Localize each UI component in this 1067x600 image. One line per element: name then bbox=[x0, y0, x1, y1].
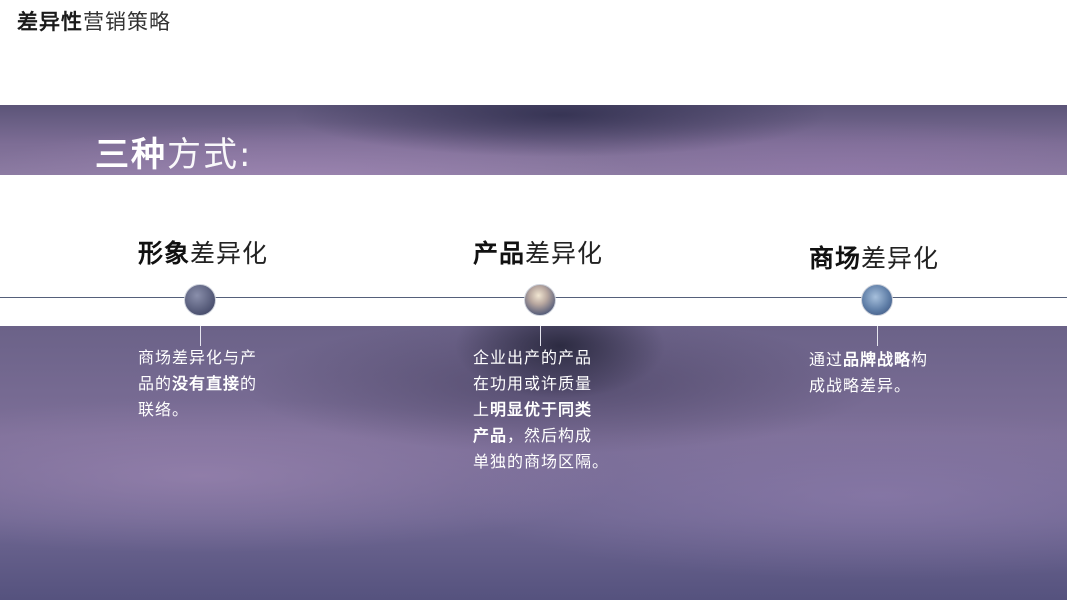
column-title-market: 商场差异化 bbox=[809, 239, 939, 275]
desc-text: 商场差异化与产 bbox=[138, 348, 258, 367]
connector-line bbox=[877, 326, 878, 346]
connector-line bbox=[540, 326, 541, 346]
column-desc-product: 企业出产的产品 在功用或许质量 上明显优于同类 产品，然后构成 单独的商场区隔。 bbox=[473, 345, 633, 475]
timeline-node-image bbox=[184, 284, 216, 316]
desc-text: ，然后构成 bbox=[507, 426, 593, 445]
band-heading: 三种方式: bbox=[95, 127, 252, 175]
desc-text-bold: 品牌战略 bbox=[843, 350, 912, 369]
column-title-light: 差异化 bbox=[525, 239, 604, 268]
desc-text-bold: 明显优于同类 bbox=[490, 400, 593, 419]
desc-text: 的 bbox=[240, 374, 258, 393]
column-title-product: 产品差异化 bbox=[473, 234, 603, 270]
timeline-node-product bbox=[524, 284, 556, 316]
desc-text: 上 bbox=[473, 400, 491, 419]
desc-text: 企业出产的产品 bbox=[473, 348, 593, 367]
timeline-node-market bbox=[861, 284, 893, 316]
connector-line bbox=[200, 326, 201, 346]
column-title-light: 差异化 bbox=[861, 244, 940, 273]
desc-text: 联络。 bbox=[138, 400, 190, 419]
column-title-image: 形象差异化 bbox=[138, 234, 268, 270]
desc-text: 单独的商场区隔。 bbox=[473, 452, 610, 471]
desc-text: 通过 bbox=[809, 350, 844, 369]
column-title-light: 差异化 bbox=[190, 239, 269, 268]
band-heading-bold: 三种 bbox=[95, 135, 167, 175]
page-title-bold: 差异性 bbox=[17, 10, 83, 34]
header-band: 三种方式: bbox=[0, 105, 1067, 175]
page-title: 差异性营销策略 bbox=[17, 6, 171, 36]
desc-text: 成战略差异。 bbox=[809, 376, 912, 395]
desc-text: 构 bbox=[911, 350, 929, 369]
column-desc-image: 商场差异化与产 品的没有直接的 联络。 bbox=[138, 345, 278, 423]
column-title-bold: 产品 bbox=[473, 239, 526, 268]
column-title-bold: 商场 bbox=[809, 244, 862, 273]
desc-text-bold: 没有直接 bbox=[172, 374, 241, 393]
band-heading-light: 方式: bbox=[167, 135, 253, 175]
desc-text: 在功用或许质量 bbox=[473, 374, 593, 393]
column-desc-market: 通过品牌战略构 成战略差异。 bbox=[809, 347, 959, 399]
page-title-light: 营销策略 bbox=[83, 10, 171, 34]
desc-text-bold: 产品 bbox=[473, 426, 508, 445]
desc-text: 品的 bbox=[138, 374, 173, 393]
column-title-bold: 形象 bbox=[138, 239, 191, 268]
